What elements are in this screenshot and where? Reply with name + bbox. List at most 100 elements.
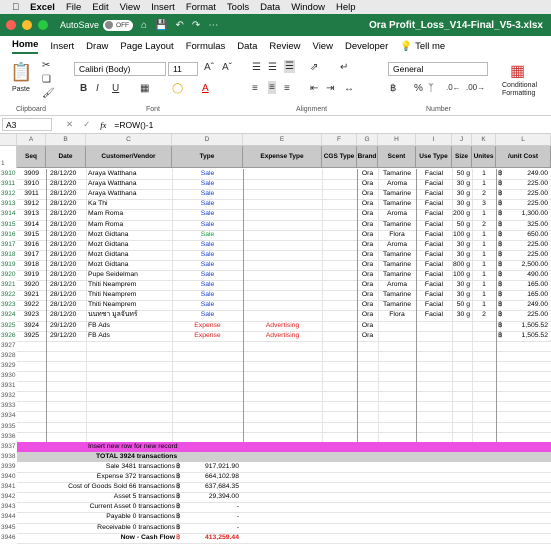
cell-scent[interactable]: Flora [378, 230, 416, 240]
align-middle-icon[interactable]: ☰ [268, 62, 277, 73]
summary-value[interactable]: - [186, 523, 243, 533]
cell-units[interactable]: 2 [472, 310, 496, 320]
cell-unit-cost[interactable]: 225.00 [506, 199, 551, 209]
cell-cgs-type[interactable] [322, 220, 357, 230]
cell-size[interactable]: 800 g [452, 260, 472, 270]
row-number[interactable]: 3939 [0, 462, 17, 472]
cell-scent[interactable]: Tamarine [378, 290, 416, 300]
header-unites[interactable]: Unites [472, 146, 496, 168]
row-number[interactable]: 3929 [0, 361, 17, 371]
tab-review[interactable]: Review [269, 41, 300, 52]
row-number[interactable]: 3925 [0, 321, 17, 331]
cell-currency[interactable]: ฿ [496, 290, 506, 300]
cell-date[interactable]: 28/12/20 [46, 300, 86, 310]
summary-value[interactable]: - [186, 512, 243, 522]
cell-unit-cost[interactable]: 1,300.00 [506, 209, 551, 219]
cell-units[interactable]: 1 [472, 280, 496, 290]
cell-expense-type[interactable] [243, 240, 322, 250]
cell-brand[interactable]: Ora [357, 230, 378, 240]
cell-units[interactable]: 1 [472, 290, 496, 300]
cell-currency[interactable]: ฿ [496, 199, 506, 209]
cell-unit-cost[interactable]: 249.00 [506, 300, 551, 310]
cell-cgs-type[interactable] [322, 179, 357, 189]
underline-icon[interactable]: U [112, 83, 119, 94]
undo-icon[interactable]: ↶ [176, 20, 184, 31]
number-format-select[interactable]: General [388, 62, 488, 76]
cancel-formula-icon[interactable]: ✕ [66, 119, 73, 130]
cell-type[interactable]: Sale [172, 199, 243, 209]
cell-type[interactable]: Sale [172, 300, 243, 310]
cell-seq[interactable]: 3917 [17, 250, 46, 260]
cell-customer[interactable]: Mozt Gidtana [86, 250, 172, 260]
cell-expense-type[interactable] [243, 260, 322, 270]
header-type[interactable]: Type [172, 146, 243, 168]
summary-value[interactable]: 637,684.35 [186, 482, 243, 492]
formula-input[interactable]: =ROW()-1 [114, 120, 153, 130]
cell-unit-cost[interactable]: 225.00 [506, 310, 551, 320]
cell-type[interactable]: Expense [172, 331, 243, 341]
row-number[interactable]: 3918 [0, 250, 17, 260]
cell-currency[interactable]: ฿ [496, 270, 506, 280]
header-unit-cost[interactable]: /unit Cost [496, 146, 551, 168]
cell-customer[interactable]: นนทชา มูลจันทร์ [86, 310, 172, 320]
cell-currency[interactable]: ฿ [496, 169, 506, 179]
cell-use-type[interactable]: Facial [416, 189, 452, 199]
menu-window[interactable]: Window [291, 2, 325, 13]
cell-expense-type[interactable] [243, 209, 322, 219]
cell-brand[interactable]: Ora [357, 199, 378, 209]
summary-currency[interactable]: ฿ [176, 512, 186, 522]
row-number[interactable]: 3944 [0, 512, 17, 522]
select-all-corner[interactable] [0, 134, 17, 146]
cell-expense-type[interactable]: Advertising [243, 331, 322, 341]
cell-units[interactable] [472, 331, 496, 341]
cell-unit-cost[interactable]: 249.00 [506, 169, 551, 179]
cell-expense-type[interactable] [243, 300, 322, 310]
align-left-icon[interactable]: ≡ [252, 83, 258, 94]
cell-customer[interactable]: Thiti Neamprem [86, 280, 172, 290]
cell-unit-cost[interactable]: 490.00 [506, 270, 551, 280]
cell-units[interactable]: 1 [472, 179, 496, 189]
cell-date[interactable]: 28/12/20 [46, 220, 86, 230]
cell-cgs-type[interactable] [322, 240, 357, 250]
save-icon[interactable]: 💾 [155, 20, 167, 31]
cell-customer[interactable]: Thiti Neamprem [86, 300, 172, 310]
cell-currency[interactable]: ฿ [496, 220, 506, 230]
column-header-k[interactable]: K [472, 134, 496, 146]
comma-style-icon[interactable]: ᛉ [428, 83, 434, 94]
row-number[interactable]: 3934 [0, 411, 17, 421]
cell-type[interactable]: Sale [172, 220, 243, 230]
cell-customer[interactable]: Mam Roma [86, 209, 172, 219]
header-date[interactable]: Date [46, 146, 86, 168]
cell-currency[interactable]: ฿ [496, 260, 506, 270]
column-header-l[interactable]: L [496, 134, 551, 146]
format-painter-icon[interactable]: 🖌 [42, 88, 55, 99]
summary-currency[interactable]: ฿ [176, 492, 186, 502]
cell-date[interactable]: 28/12/20 [46, 250, 86, 260]
bold-icon[interactable]: B [80, 83, 87, 94]
summary-currency[interactable]: ฿ [176, 482, 186, 492]
row-number[interactable]: 3943 [0, 502, 17, 512]
cell-cgs-type[interactable] [322, 250, 357, 260]
cell-type[interactable]: Sale [172, 230, 243, 240]
cell-cgs-type[interactable] [322, 270, 357, 280]
row-number[interactable]: 3920 [0, 270, 17, 280]
cell-type[interactable]: Sale [172, 260, 243, 270]
cell-date[interactable]: 28/12/20 [46, 310, 86, 320]
cell-currency[interactable]: ฿ [496, 209, 506, 219]
conditional-formatting-icon[interactable]: ▦ [510, 61, 525, 81]
cell-use-type[interactable]: Facial [416, 280, 452, 290]
cell-units[interactable]: 1 [472, 209, 496, 219]
cell-customer[interactable]: Araya Watthana [86, 189, 172, 199]
cell-use-type[interactable]: Facial [416, 169, 452, 179]
more-icon[interactable]: ⋯ [208, 20, 218, 31]
tab-home[interactable]: Home [12, 39, 39, 54]
menu-file[interactable]: File [66, 2, 81, 13]
cell-units[interactable]: 2 [472, 220, 496, 230]
header-expense-type[interactable]: Expense Type [243, 146, 322, 168]
tab-draw[interactable]: Draw [86, 41, 108, 52]
cell-customer[interactable]: Araya Watthana [86, 169, 172, 179]
row-number[interactable]: 3924 [0, 310, 17, 320]
cell-brand[interactable]: Ora [357, 300, 378, 310]
cell-seq[interactable]: 3923 [17, 310, 46, 320]
summary-currency[interactable]: ฿ [176, 523, 186, 533]
